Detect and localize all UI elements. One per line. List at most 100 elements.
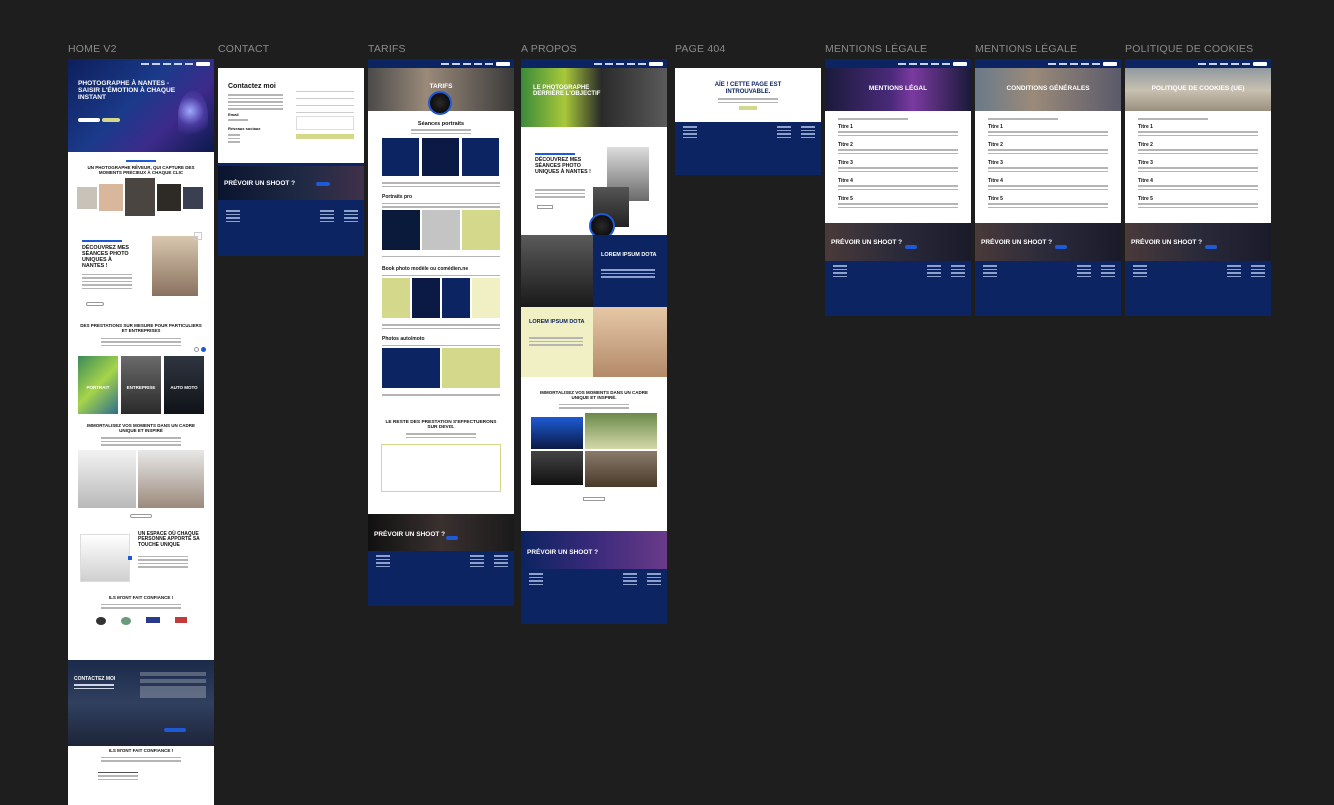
home-gallery [68, 177, 214, 220]
tarifs-section2: Portraits pro [382, 194, 413, 201]
cookies-content: Titre 1 Titre 2 Titre 3 Titre 4 Titre 5 [1125, 111, 1271, 223]
home-services-title: DES PRESTATIONS SUR MESURE POUR PARTICUL… [80, 322, 202, 333]
apropos-lorem2: LOREM IPSUM DOTA [521, 307, 667, 377]
home-contact-name-field[interactable] [140, 672, 206, 676]
apropos-gallery [521, 412, 667, 493]
frame-label-tarifs[interactable]: TARIFS [368, 43, 406, 55]
apropos-discover-button[interactable] [537, 205, 553, 209]
card-entreprise[interactable]: ENTREPRISE [121, 356, 161, 415]
page404-footer [675, 122, 821, 142]
contact-phone-field[interactable] [296, 109, 354, 113]
frame-label-home[interactable]: HOME V2 [68, 43, 117, 55]
contact-heading: Contactez moi [228, 83, 276, 90]
mentions-banner-button[interactable] [905, 245, 917, 249]
home-services-cards: PORTRAIT ENTREPRISE AUTO MOTO [68, 347, 214, 416]
home-hero-cta-2[interactable] [102, 118, 120, 122]
cookies-banner-button[interactable] [1205, 245, 1217, 249]
cookies-hero: POLITIQUE DE COOKIES (UE) [1125, 59, 1271, 111]
apropos-banner: PRÉVOIR UN SHOOT ? [521, 531, 667, 569]
page404-home-button[interactable] [739, 106, 757, 111]
card-auto-moto[interactable]: AUTO MOTO [164, 356, 204, 415]
frame-label-404[interactable]: PAGE 404 [675, 43, 725, 55]
contact-name-field[interactable] [296, 88, 354, 92]
apropos-hero: LE PHOTOGRAPHE DERRIÈRE L'OBJECTIF [521, 59, 667, 127]
apropos-lorem1: LOREM IPSUM DOTA [521, 235, 667, 307]
home-hero-cta-1[interactable] [78, 118, 100, 122]
home-nav[interactable] [68, 59, 214, 68]
tarifs-nav[interactable] [368, 59, 514, 68]
home-discover-title: DÉCOUVREZ MES SÉANCES PHOTO UNIQUES À NA… [82, 244, 130, 269]
home-trust-title-2: ILS M'ONT FAIT CONFIANCE ! [108, 748, 174, 753]
home-section1-title: UN PHOTOGRAPHE RÊVEUR, QUI CAPTURE DES M… [87, 165, 195, 175]
cgv-footer [975, 261, 1121, 316]
frame-label-cgv[interactable]: MENTIONS LÉGALE [975, 43, 1077, 55]
home-studio-photos [68, 449, 214, 514]
frame-mentions[interactable]: MENTIONS LÉGAL Titre 1 Titre 2 Titre 3 T… [825, 59, 971, 316]
frame-contact[interactable]: Contactez moi Email Réseaux sociaux PRÉV… [218, 68, 364, 256]
home-frame-title: IMMORTALISEZ VOS MOMENTS DANS UN CADRE U… [87, 423, 195, 434]
carousel-next-button[interactable] [201, 347, 206, 353]
frame-label-apropos[interactable]: A PROPOS [521, 43, 577, 55]
home-discover: DÉCOUVREZ MES SÉANCES PHOTO UNIQUES À NA… [68, 231, 214, 316]
frame-cgv[interactable]: CONDITIONS GÉNÉRALES Titre 1 Titre 2 Tit… [975, 59, 1121, 316]
cgv-nav[interactable] [975, 59, 1121, 68]
home-logos [68, 611, 214, 625]
mentions-footer [825, 261, 971, 316]
tarifs-quote-title: LE RESTE DES PRESTATION S'EFFECTUERONS S… [385, 419, 497, 430]
contact-form [296, 88, 354, 139]
cgv-hero: CONDITIONS GÉNÉRALES [975, 59, 1121, 111]
contact-banner-button[interactable] [316, 182, 330, 186]
frame-label-cookies[interactable]: POLITIQUE DE COOKIES [1125, 43, 1253, 55]
home-studio-button[interactable] [130, 513, 152, 518]
tarifs-section3: Book photo modèle ou comédien.ne [382, 266, 469, 273]
tarifs-quote-form[interactable] [381, 444, 501, 493]
frame-label-mentions[interactable]: MENTIONS LÉGALE [825, 43, 927, 55]
collaborator-avatar-3[interactable] [428, 91, 452, 115]
apropos-gallery-button[interactable] [583, 496, 605, 501]
contact-message-field[interactable] [296, 116, 354, 130]
cookies-nav[interactable] [1125, 59, 1271, 68]
contact-email-label: Email [228, 112, 239, 117]
contact-banner: PRÉVOIR UN SHOOT ? [218, 166, 364, 200]
tarifs-banner-button[interactable] [446, 536, 458, 540]
cgv-banner: PRÉVOIR UN SHOOT ? [975, 223, 1121, 261]
contact-firstname-field[interactable] [296, 95, 354, 99]
apropos-discover: DÉCOUVREZ MES SÉANCES PHOTO UNIQUES À NA… [521, 127, 667, 239]
contact-submit-button[interactable] [296, 134, 354, 139]
home-contact-email-field[interactable] [140, 679, 206, 683]
frame-label-contact[interactable]: CONTACT [218, 43, 269, 55]
cookies-footer [1125, 261, 1271, 316]
tarifs-section1: Séances portraits [417, 121, 465, 127]
cgv-banner-button[interactable] [1055, 245, 1067, 249]
apropos-nav[interactable] [521, 59, 667, 68]
carousel-prev-button[interactable] [194, 347, 199, 353]
frame-apropos[interactable]: LE PHOTOGRAPHE DERRIÈRE L'OBJECTIF DÉCOU… [521, 59, 667, 624]
home-hero-title: PHOTOGRAPHE À NANTES - SAISIR L'ÉMOTION … [78, 80, 176, 101]
mentions-nav[interactable] [825, 59, 971, 68]
apropos-frame-title: IMMORTALISEZ VOS MOMENTS DANS UN CADRE U… [540, 390, 648, 400]
contact-email-field[interactable] [296, 102, 354, 106]
contact-socials-label: Réseaux sociaux [228, 126, 261, 131]
home-contact-send-button[interactable] [164, 728, 186, 732]
frame-404[interactable]: AÏE ! CETTE PAGE EST INTROUVABLE. [675, 68, 821, 175]
page404-title: AÏE ! CETTE PAGE EST INTROUVABLE. [714, 82, 782, 95]
home-hero-photographer [178, 91, 208, 141]
tarifs-banner: PRÉVOIR UN SHOOT ? [368, 514, 514, 551]
home-discover-button[interactable] [86, 301, 104, 306]
design-canvas[interactable]: HOME V2 CONTACT TARIFS A PROPOS PAGE 404… [0, 0, 1334, 805]
home-contact-section: CONTACTEZ MOI [68, 660, 214, 746]
frame-home[interactable]: PHOTOGRAPHE À NANTES - SAISIR L'ÉMOTION … [68, 59, 214, 805]
contact-footer [218, 206, 364, 226]
frame-cookies[interactable]: POLITIQUE DE COOKIES (UE) Titre 1 Titre … [1125, 59, 1271, 316]
mentions-banner: PRÉVOIR UN SHOOT ? [825, 223, 971, 261]
frame-tarifs[interactable]: TARIFS Séances portraits Portraits pro B… [368, 59, 514, 606]
tarifs-hero: TARIFS [368, 59, 514, 115]
card-portrait[interactable]: PORTRAIT [78, 356, 118, 415]
apropos-footer [521, 569, 667, 624]
mentions-hero: MENTIONS LÉGAL [825, 59, 971, 111]
home-hero: PHOTOGRAPHE À NANTES - SAISIR L'ÉMOTION … [68, 59, 214, 152]
tarifs-section4: Photos auto/moto [382, 336, 425, 343]
home-contact-message-field[interactable] [140, 686, 206, 698]
cgv-content: Titre 1 Titre 2 Titre 3 Titre 4 Titre 5 [975, 111, 1121, 223]
cookies-banner: PRÉVOIR UN SHOOT ? [1125, 223, 1271, 261]
